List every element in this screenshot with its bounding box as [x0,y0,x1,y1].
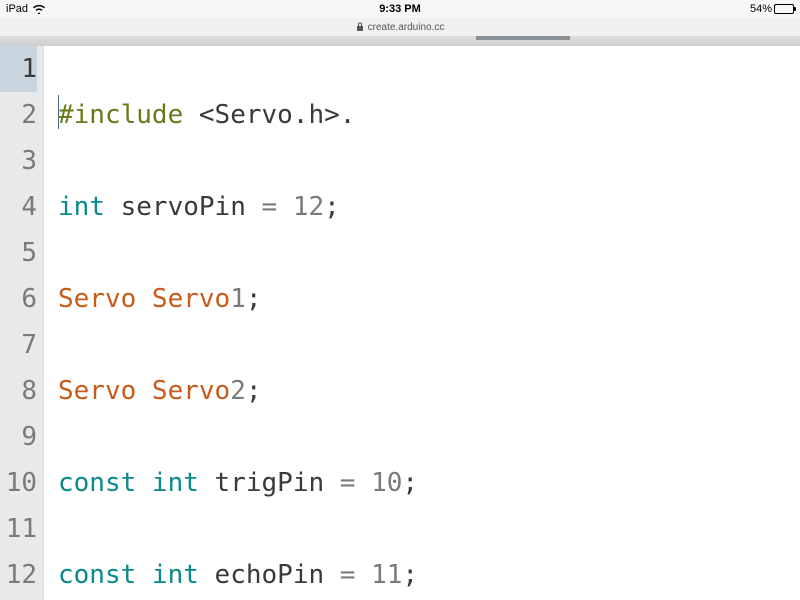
line-number: 8 [0,368,37,414]
status-left: iPad [6,3,46,16]
device-label: iPad [6,3,28,15]
browser-address-bar[interactable]: create.arduino.cc [0,18,800,36]
code-line[interactable]: #include <Servo.h>. [58,92,543,138]
wifi-icon [32,3,46,16]
line-number: 4 [0,184,37,230]
ios-status-bar: iPad 9:33 PM 54% [0,0,800,18]
lock-icon [356,22,364,33]
code-line[interactable]: const int echoPin = 11; [58,552,543,598]
status-right: 54% [750,3,794,15]
line-gutter: 1 2 3 4 5 6 7 8 9 10 11 12 [0,46,44,600]
line-number: 12 [0,552,37,598]
code-line[interactable]: const int trigPin = 10; [58,460,543,506]
line-number: 1 [0,46,37,92]
line-number: 3 [0,138,37,184]
address-url: create.arduino.cc [368,22,445,33]
status-time: 9:33 PM [379,3,421,15]
line-number: 6 [0,276,37,322]
line-number: 2 [0,92,37,138]
code-line[interactable]: Servo Servo2; [58,368,543,414]
battery-percent: 54% [750,3,772,15]
tab-strip [0,36,800,46]
code-editor[interactable]: 1 2 3 4 5 6 7 8 9 10 11 12 #include <Ser… [0,46,800,600]
battery-icon [774,4,794,14]
line-number: 5 [0,230,37,276]
code-line[interactable]: int servoPin = 12; [58,184,543,230]
line-number: 7 [0,322,37,368]
line-number: 9 [0,414,37,460]
code-line[interactable]: Servo Servo1; [58,276,543,322]
line-number: 11 [0,506,37,552]
line-number: 10 [0,460,37,506]
tab-accent [476,36,570,40]
code-area[interactable]: #include <Servo.h>. int servoPin = 12; S… [44,46,543,600]
